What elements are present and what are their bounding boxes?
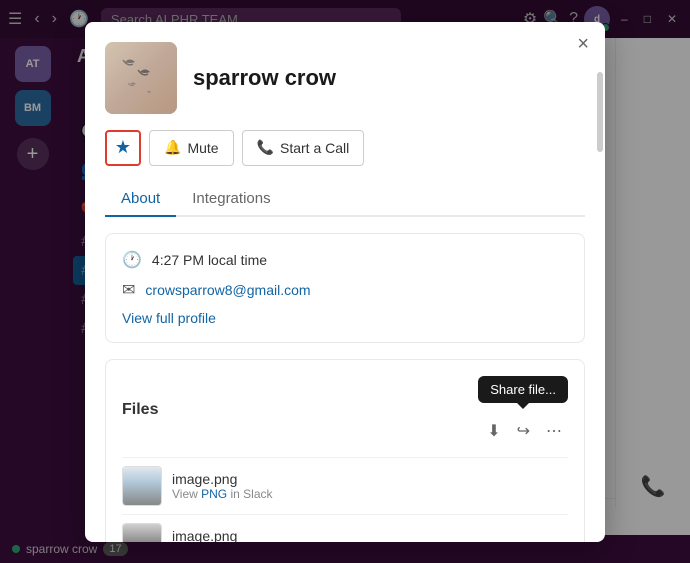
share-file-tooltip: Share file... [478, 376, 568, 403]
file-info-1: image.png View PNG in Slack [172, 471, 568, 501]
file-item-1: image.png View PNG in Slack [122, 457, 568, 514]
email-icon: ✉ [122, 280, 135, 300]
mute-button[interactable]: 🔔 Mute [149, 130, 234, 166]
email-row: ✉ crowsparrow8@gmail.com [122, 280, 568, 300]
profile-modal: × [85, 22, 605, 542]
file-link-1[interactable]: PNG [201, 487, 227, 501]
tab-about[interactable]: About [105, 182, 176, 217]
tab-integrations[interactable]: Integrations [176, 182, 286, 217]
more-button[interactable]: ⋯ [540, 417, 568, 445]
local-time-row: 🕐 4:27 PM local time [122, 250, 568, 270]
avatar-image [105, 42, 177, 114]
local-time-text: 4:27 PM local time [152, 252, 267, 268]
clock-icon: 🕐 [122, 250, 142, 270]
tabs: About Integrations [105, 182, 585, 217]
file-thumb-2 [122, 523, 162, 542]
file-name-1[interactable]: image.png [172, 471, 568, 487]
mute-icon: 🔔 [164, 139, 181, 156]
view-profile-link[interactable]: View full profile [122, 310, 568, 326]
modal-scrollbar[interactable] [597, 72, 603, 152]
file-thumb-img-1 [123, 467, 161, 505]
download-button[interactable]: ⬇ [481, 417, 506, 445]
file-thumb-img-2 [123, 524, 161, 542]
modal-close-button[interactable]: × [577, 34, 589, 54]
action-buttons: ★ 🔔 Mute 📞 Start a Call [105, 130, 585, 166]
profile-name-container: sparrow crow [193, 65, 336, 91]
start-call-label: Start a Call [280, 140, 349, 156]
file-thumb-1 [122, 466, 162, 506]
files-card: Files Share file... ⬇ ↪ ⋯ [105, 359, 585, 542]
file-name-2[interactable]: image.png [172, 528, 568, 542]
share-area: Share file... ⬇ ↪ ⋯ [478, 376, 568, 445]
file-desc-1: View PNG in Slack [172, 487, 568, 501]
share-button[interactable]: ↪ [511, 417, 536, 445]
profile-header: sparrow crow [105, 42, 585, 114]
call-icon: 📞 [257, 139, 274, 156]
file-item-2: image.png Shared by sparrow crow on Mar … [122, 514, 568, 542]
profile-avatar [105, 42, 177, 114]
files-header: Files Share file... ⬇ ↪ ⋯ [122, 376, 568, 445]
email-link[interactable]: crowsparrow8@gmail.com [145, 282, 310, 298]
tattoo-svg [105, 42, 177, 114]
file-actions: ⬇ ↪ ⋯ [481, 417, 568, 445]
files-title: Files [122, 401, 158, 419]
star-icon: ★ [115, 137, 131, 158]
info-card: 🕐 4:27 PM local time ✉ crowsparrow8@gmai… [105, 233, 585, 343]
start-call-button[interactable]: 📞 Start a Call [242, 130, 365, 166]
modal-overlay[interactable]: × [0, 0, 690, 563]
mute-label: Mute [187, 140, 218, 156]
file-info-2: image.png Shared by sparrow crow on Mar … [172, 528, 568, 542]
profile-name: sparrow crow [193, 65, 336, 91]
app-background: ☰ ‹ › 🕐 ⚙ 🔍 ? d – □ ✕ AT BM + [0, 0, 690, 563]
star-button[interactable]: ★ [105, 130, 141, 166]
